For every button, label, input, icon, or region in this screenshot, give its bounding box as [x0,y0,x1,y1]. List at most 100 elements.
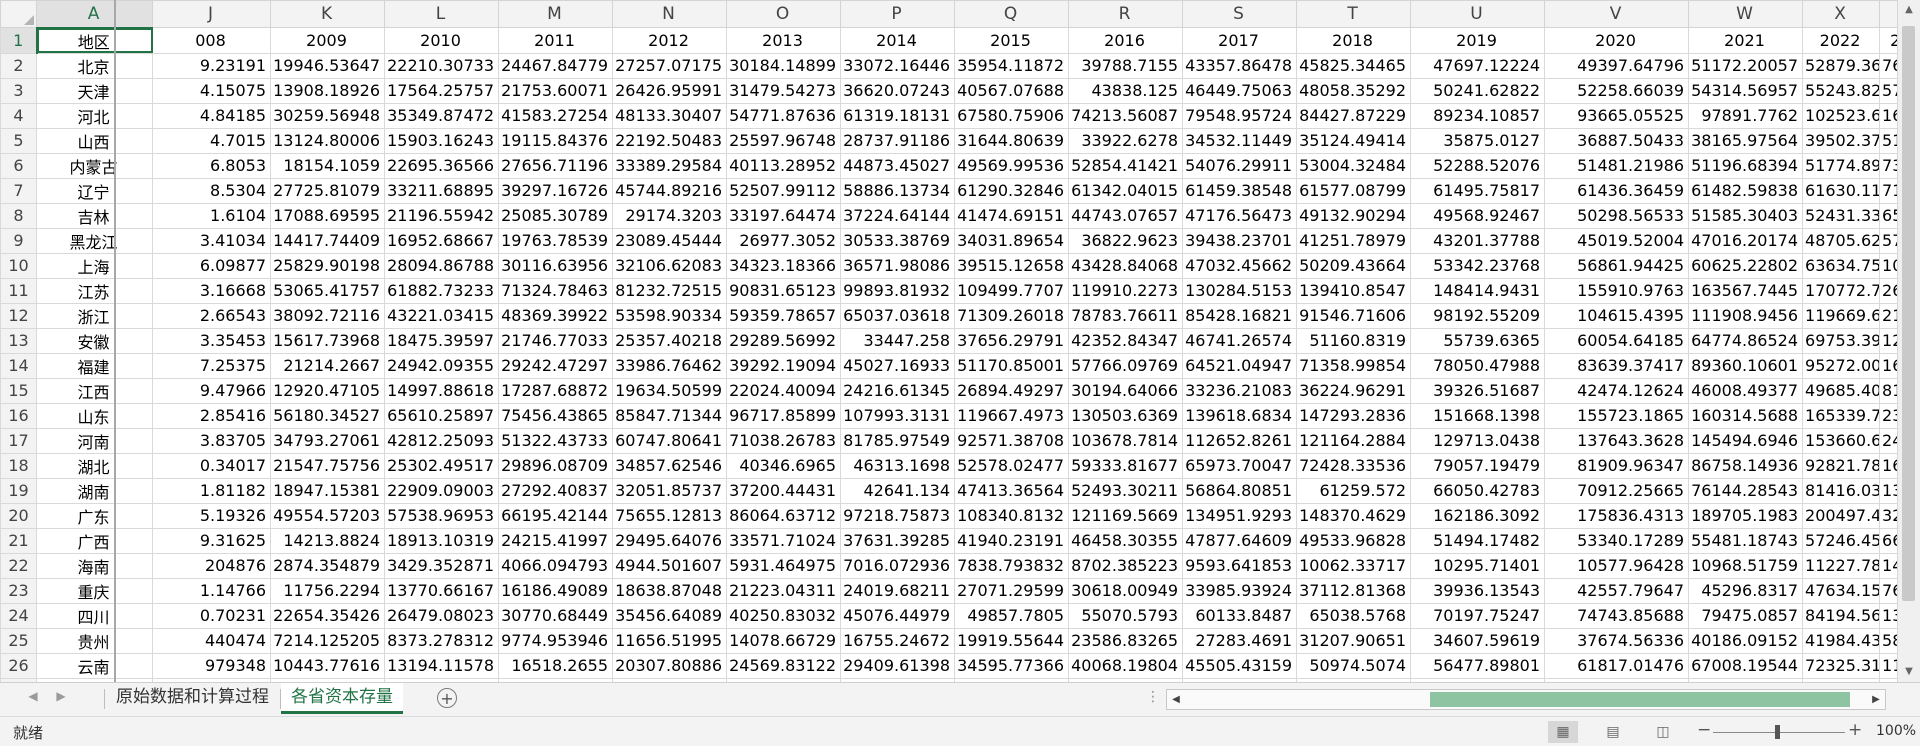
region-cell[interactable]: 广西 [35,527,154,554]
cell[interactable]: 16231.16 [1879,102,1898,129]
cell[interactable]: 84427.87229 [1296,102,1412,129]
cell[interactable]: 52507.99112 [726,177,842,204]
cell[interactable]: 27071.29599 [954,577,1070,604]
cell[interactable]: 39788.7155 [1068,52,1184,79]
cell[interactable]: 13194.11578 [384,652,500,679]
cell[interactable]: 71309.26018 [954,302,1070,329]
region-cell[interactable]: 福建 [35,352,154,379]
cell[interactable]: 55243.8282 [1802,77,1881,104]
cell[interactable]: 1473.076 [1879,552,1898,579]
cell[interactable]: 2012 [612,27,728,54]
cell[interactable]: 11756.2294 [270,577,386,604]
cell[interactable]: 24942.09355 [384,352,500,379]
cell[interactable]: 91546.71606 [1296,302,1412,329]
cell[interactable]: 25829.90198 [270,252,386,279]
cell[interactable]: 29495.64076 [612,527,728,554]
cell[interactable]: 26894.49297 [954,377,1070,404]
cell[interactable]: 35954.11872 [954,52,1070,79]
region-cell[interactable]: 四川 [35,602,154,629]
normal-view-icon[interactable]: ▦ [1548,721,1578,743]
cell[interactable]: 56864.80851 [1182,477,1298,504]
cell[interactable]: 33211.68895 [384,177,500,204]
cell[interactable]: 37224.64144 [840,202,956,229]
cell[interactable]: 11227.7878 [1802,552,1881,579]
cell[interactable]: 119667.4973 [954,402,1070,429]
region-cell[interactable]: 河南 [35,427,154,454]
cell[interactable]: 49554.57203 [270,502,386,529]
cell[interactable]: 75456.43865 [498,402,614,429]
cell[interactable]: 56180.34527 [270,402,386,429]
cell[interactable]: 21753.60071 [498,77,614,104]
cell[interactable]: 16755.24672 [840,627,956,654]
cell[interactable]: 5160.274 [1879,127,1898,154]
cell[interactable]: 43201.37788 [1410,227,1546,254]
cell[interactable]: 160314.5688 [1688,402,1804,429]
cell[interactable]: 79548.95724 [1182,102,1298,129]
region-cell[interactable]: 山西 [35,127,154,154]
cell[interactable]: 18947.15381 [270,477,386,504]
cell[interactable]: 46008.49377 [1688,377,1804,404]
region-cell[interactable]: 广东 [35,502,154,529]
cell[interactable]: 18638.87048 [612,577,728,604]
cell[interactable]: 20307.80886 [612,652,728,679]
cell[interactable]: 40346.6965 [726,452,842,479]
column-header-w[interactable]: W [1688,0,1804,28]
cell[interactable]: 40250.83032 [726,602,842,629]
cell[interactable]: 129713.0438 [1410,427,1546,454]
cell[interactable]: 76144.28543 [1688,477,1804,504]
cell[interactable]: 2018 [1296,27,1412,54]
sheet-table[interactable]: AJKLMNOPQRSTUVWXY 1地区0082009201020112012… [0,0,1898,682]
cell[interactable]: 61882.73233 [384,277,500,304]
cell[interactable]: 47032.45662 [1182,252,1298,279]
cell[interactable]: 51196.68394 [1688,152,1804,179]
column-header-n[interactable]: N [612,0,728,28]
cell[interactable]: 86064.63712 [726,502,842,529]
cell[interactable]: 4.84185 [152,102,272,129]
row-header[interactable]: 22 [0,552,37,579]
cell[interactable]: 112652.8261 [1182,427,1298,454]
row-header[interactable]: 24 [0,602,37,629]
cell[interactable]: 204876 [152,552,272,579]
row-header[interactable]: 6 [0,152,37,179]
cell[interactable]: 12535.9 [1879,327,1898,354]
cell[interactable]: 41984.4386 [1802,627,1881,654]
cell[interactable]: 2010 [384,27,500,54]
cell[interactable]: 21196.55942 [384,202,500,229]
cell[interactable]: 111908.9456 [1688,302,1804,329]
cell[interactable]: 81909.96347 [1544,452,1690,479]
cell[interactable]: 34532.11449 [1182,127,1298,154]
cell[interactable]: 35124.49414 [1296,127,1412,154]
cell[interactable]: 151668.1398 [1410,402,1546,429]
cell[interactable]: 41474.69151 [954,202,1070,229]
cell[interactable]: 35875.0127 [1410,127,1546,154]
cell[interactable]: 25357.40218 [612,327,728,354]
cell[interactable]: 139618.6834 [1182,402,1298,429]
cell[interactable]: 79475.0857 [1688,602,1804,629]
cell[interactable]: 6.8053 [152,152,272,179]
column-header-o[interactable]: O [726,0,842,28]
cell[interactable]: 41583.27254 [498,102,614,129]
cell[interactable]: 61495.75817 [1410,177,1546,204]
cell[interactable]: 7154.293 [1879,177,1898,204]
cell[interactable]: 163567.7445 [1688,277,1804,304]
cell[interactable]: 145494.6946 [1688,427,1804,454]
region-cell[interactable]: 浙江 [35,302,154,329]
cell[interactable]: 31207.90651 [1296,627,1412,654]
cell[interactable]: 2022 [1802,27,1881,54]
cell[interactable]: 33389.29584 [612,152,728,179]
cell[interactable]: 17287.68872 [498,377,614,404]
cell[interactable]: 51160.8319 [1296,327,1412,354]
cell[interactable]: 48705.6264 [1802,227,1881,254]
cell[interactable]: 53065.41757 [270,277,386,304]
cell[interactable]: 103678.7814 [1068,427,1184,454]
cell[interactable]: 39292.19094 [726,352,842,379]
cell[interactable]: 162186.3092 [1410,502,1546,529]
column-header-m[interactable]: M [498,0,614,28]
region-cell[interactable]: 北京 [35,52,154,79]
cell[interactable]: 24215.41997 [498,527,614,554]
cell[interactable]: 23089.45444 [612,227,728,254]
cell[interactable]: 19946.53647 [270,52,386,79]
row-header[interactable]: 3 [0,77,37,104]
cell[interactable]: 8373.278312 [384,627,500,654]
region-cell[interactable]: 重庆 [35,577,154,604]
